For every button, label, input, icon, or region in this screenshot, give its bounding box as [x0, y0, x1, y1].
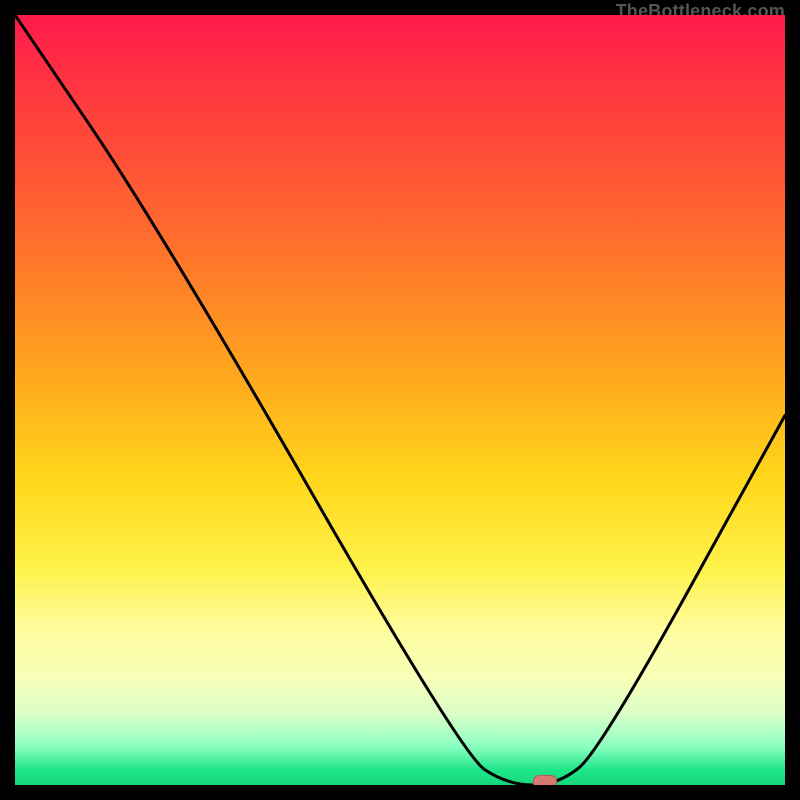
curve-path: [15, 15, 785, 785]
chart-frame: TheBottleneck.com: [15, 15, 785, 785]
bottleneck-curve: [15, 15, 785, 785]
plot-area: [15, 15, 785, 785]
optimum-marker: [533, 775, 557, 785]
